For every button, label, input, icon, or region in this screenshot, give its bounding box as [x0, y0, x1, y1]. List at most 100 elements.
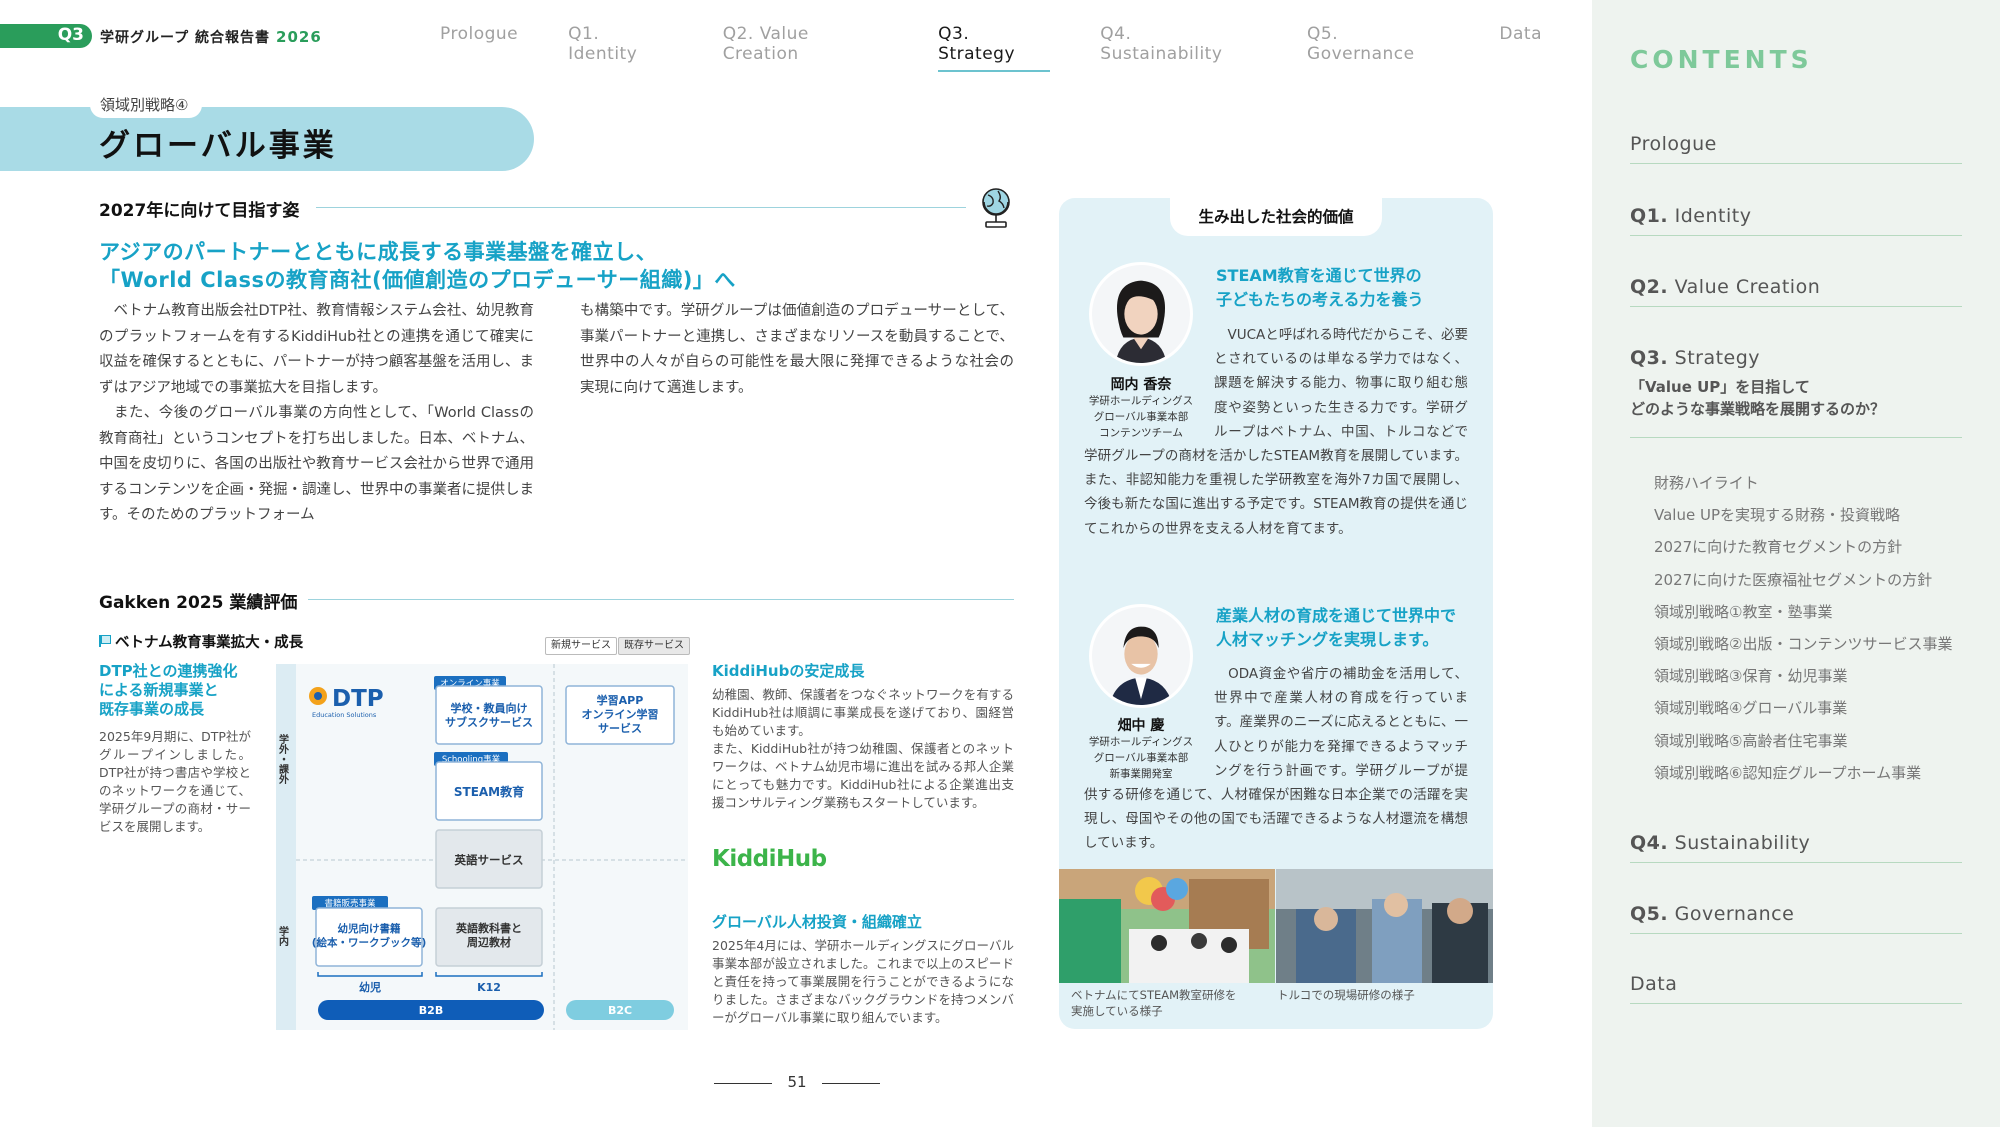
- box-english-label: 英語サービス: [454, 853, 524, 867]
- dtp-heading: DTP社との連携強化 による新規事業と 既存事業の成長: [99, 662, 238, 718]
- toc-strategy-item[interactable]: 2027に向けた教育セグメントの方針: [1654, 534, 1952, 566]
- box-steam-label: STEAM教育: [454, 784, 524, 799]
- text-wrap-spacer: [1084, 323, 1214, 441]
- toc-q2-label: Value Creation: [1668, 276, 1821, 298]
- vision-body-column-2: も構築中です。学研グループは価値創造のプロデューサーとして、事業パートナーと連携…: [580, 303, 1014, 396]
- toc-strategy-item[interactable]: 2027に向けた医療福祉セグメントの方針: [1654, 567, 1952, 599]
- nav-data[interactable]: Data: [1499, 24, 1542, 72]
- person-1-text: VUCAと呼ばれる時代だからこそ、必要とされているのは単なる学力ではなく、課題を…: [1084, 323, 1468, 541]
- section-tag: Q3: [0, 24, 92, 48]
- toc-q4-label: Sustainability: [1668, 832, 1811, 854]
- photo-caption-1: ベトナムにてSTEAM教室研修を 実施している様子: [1071, 988, 1237, 1018]
- toc-q5-label: Governance: [1668, 903, 1795, 925]
- vision-body-column-1: ベトナム教育出版会社DTP社、教育情報システム会社、幼児教育のプラットフォームを…: [99, 303, 534, 523]
- document-title-text: 学研グループ 統合報告書: [100, 30, 271, 46]
- toc-q5-number: Q5.: [1630, 903, 1669, 925]
- person-1-heading: STEAM教育を通じて世界の 子どもたちの考える力を養う: [1216, 266, 1424, 309]
- title-band: グローバル事業: [0, 107, 534, 171]
- text-wrap-spacer: [1084, 662, 1214, 780]
- toc-q5-governance[interactable]: Q5. Governance: [1630, 903, 1962, 934]
- business-map-diagram: 学外・課外 学内 DTP Education Solutions オンライン事業…: [276, 664, 688, 1030]
- vietnam-section-title: ベトナム教育事業拡大・成長: [99, 631, 303, 652]
- nav-q1-identity[interactable]: Q1. Identity: [568, 24, 673, 72]
- evaluation-heading: Gakken 2025 業績評価: [78, 576, 297, 618]
- t-sub-line: 学校・教員向け: [451, 701, 528, 715]
- contents-heading: CONTENTS: [1630, 45, 1813, 74]
- vision-lead-line-1: アジアのパートナーとともに成長する事業基盤を確立し、: [99, 240, 658, 264]
- row-label-band: [276, 664, 296, 1030]
- kiddihub-logo: KiddiHub: [712, 846, 827, 872]
- social-value-title: 生み出した社会的価値: [1170, 198, 1382, 236]
- toc-strategy-item[interactable]: 領域別戦略①教室・塾事業: [1654, 599, 1952, 631]
- kiddihub-text: 幼稚園、教師、保護者をつなぐネットワークを有するKiddiHub社は順調に事業成…: [712, 687, 1014, 810]
- toc-prologue-label: Prologue: [1630, 133, 1717, 155]
- document-year: 2026: [276, 28, 322, 46]
- t-text-line: 英語教科書と: [455, 921, 522, 935]
- vision-lead-line-2: 「World Classの教育商社(価値創造のプロデューサー組織)」へ: [99, 268, 736, 292]
- dtp-logo-text: DTP: [332, 686, 384, 712]
- steam-class-photo-image: [1059, 869, 1275, 983]
- kiddihub-heading: KiddiHubの安定成長: [712, 662, 865, 680]
- dtp-logo: DTP Education Solutions: [309, 686, 384, 719]
- divider: [308, 599, 1014, 600]
- toc-q3-strategy[interactable]: Q3. Strategy: [1630, 347, 1962, 377]
- toc-q2-value-creation[interactable]: Q2. Value Creation: [1630, 276, 1962, 307]
- contents-sidebar: CONTENTS Prologue Q1. Identity Q2. Value…: [1592, 0, 2000, 1127]
- axis-b2b-label: B2B: [419, 1004, 443, 1017]
- photo-caption-2: トルコでの現場研修の様子: [1277, 988, 1415, 1002]
- turkey-training-photo-image: [1276, 869, 1493, 983]
- globe-icon: [982, 188, 1010, 228]
- toc-data-label: Data: [1630, 973, 1678, 995]
- toc-strategy-item[interactable]: 財務ハイライト: [1654, 470, 1952, 502]
- toc-data[interactable]: Data: [1630, 973, 1962, 1004]
- toc-strategy-item[interactable]: Value UPを実現する財務・投資戦略: [1654, 502, 1952, 534]
- toc-strategy-item[interactable]: 領域別戦略⑤高齢者住宅事業: [1654, 728, 1952, 760]
- vietnam-section-title-text: ベトナム教育事業拡大・成長: [115, 635, 304, 651]
- toc-q1-number: Q1.: [1630, 205, 1669, 227]
- page-number: 51: [714, 1073, 880, 1091]
- talent-heading: グローバル人材投資・組織確立: [712, 913, 922, 931]
- t-kids-line: (絵本・ワークブック等): [312, 936, 427, 949]
- document-title: 学研グループ 統合報告書 2026: [100, 27, 322, 47]
- t-text-line: 周辺教材: [467, 935, 511, 949]
- toc-q4-sustainability[interactable]: Q4. Sustainability: [1630, 832, 1962, 863]
- vision-lead: アジアのパートナーとともに成長する事業基盤を確立し、 「World Classの…: [99, 238, 736, 294]
- t-app-line: 学習APP: [597, 693, 644, 707]
- nav-q5-governance[interactable]: Q5. Governance: [1307, 24, 1449, 72]
- report-page: Q3 学研グループ 統合報告書 2026 Prologue Q1. Identit…: [0, 0, 1592, 1127]
- top-navigation: Prologue Q1. Identity Q2. Value Creation…: [440, 24, 1592, 72]
- toc-strategy-item[interactable]: 領域別戦略④グローバル事業: [1654, 695, 1952, 727]
- toc-q3-number: Q3.: [1630, 347, 1669, 369]
- t-app-line: オンライン学習: [582, 707, 659, 721]
- page-title: グローバル事業: [99, 128, 337, 164]
- section-kicker: 領域別戦略④: [90, 92, 203, 118]
- turkey-training-photo: [1276, 869, 1493, 983]
- toc-q3-label: Strategy: [1668, 347, 1761, 369]
- toc-q1-label: Identity: [1668, 205, 1752, 227]
- dtp-logo-subtext: Education Solutions: [312, 711, 377, 719]
- t-kids-line: 幼児向け書籍: [338, 922, 401, 935]
- nav-q4-sustainability[interactable]: Q4. Sustainability: [1100, 24, 1257, 72]
- legend-existing-service: 既存サービス: [618, 637, 690, 655]
- steam-class-photo: [1059, 869, 1275, 983]
- axis-k12-label: K12: [477, 981, 501, 994]
- toc-q1-identity[interactable]: Q1. Identity: [1630, 205, 1962, 236]
- nav-q3-strategy[interactable]: Q3. Strategy: [938, 24, 1051, 72]
- toc-q3-subtitle: 「Value UP」を目指して どのような事業戦略を展開するのか？: [1630, 378, 1886, 418]
- section-tag-label: Q3: [57, 25, 84, 45]
- toc-strategy-item[interactable]: 領域別戦略③保育・幼児事業: [1654, 663, 1952, 695]
- nav-q2-value-creation[interactable]: Q2. Value Creation: [723, 24, 888, 72]
- vision-heading: 2027年に向けて目指す姿: [78, 184, 299, 226]
- row-label-inside: 学内: [277, 925, 289, 947]
- person-2-heading: 産業人材の育成を通じて世界中で 人材マッチングを実現します。: [1216, 606, 1457, 649]
- toc-strategy-item[interactable]: 領域別戦略②出版・コンテンツサービス事業: [1654, 631, 1952, 663]
- dtp-text: 2025年9月期に、DTP社がグループインしました。DTP社が持つ書店や学校との…: [99, 729, 251, 834]
- divider: [316, 207, 966, 208]
- toc-strategy-item[interactable]: 領域別戦略⑥認知症グループホーム事業: [1654, 760, 1952, 792]
- toc-q4-number: Q4.: [1630, 832, 1669, 854]
- nav-prologue[interactable]: Prologue: [440, 24, 518, 72]
- toc-prologue[interactable]: Prologue: [1630, 133, 1962, 164]
- legend-new-service: 新規サービス: [545, 637, 617, 655]
- toc-q2-number: Q2.: [1630, 276, 1669, 298]
- talent-text: 2025年4月には、学研ホールディングスにグローバル事業本部が設立されました。こ…: [712, 938, 1014, 1025]
